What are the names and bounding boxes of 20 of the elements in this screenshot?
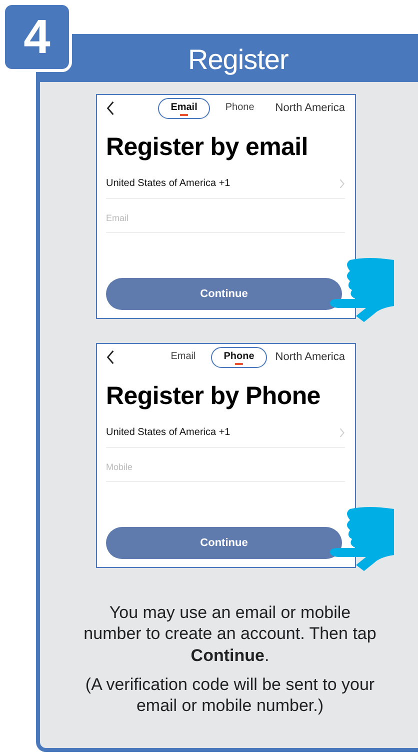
continue-button[interactable]: Continue [106,278,342,310]
chevron-right-icon [339,178,345,188]
active-indicator [235,362,244,364]
tab[interactable]: Phone [212,98,268,118]
instruction-text: You may use an email or mobile number to create an account. Then tap Continue. [82,602,378,666]
instruction-text: (A verification code will be sent to your email or mobile number.) [84,674,376,716]
region-label[interactable]: North America [275,351,345,363]
active-indicator [180,114,188,116]
country-selector[interactable]: United States of America +1 [106,427,230,438]
tab[interactable]: Phone [210,346,268,368]
tab[interactable]: Email [158,346,209,368]
region-label[interactable]: North America [275,102,345,114]
screen-title: Register by email [106,133,309,162]
country-selector[interactable]: United States of America +1 [106,178,230,189]
chevron-right-icon [339,428,345,438]
continue-button[interactable]: Continue [106,527,342,559]
back-icon [106,100,115,116]
screen-title: Register by Phone [106,382,322,411]
tab[interactable]: Email [158,98,210,118]
back-icon [106,350,115,364]
